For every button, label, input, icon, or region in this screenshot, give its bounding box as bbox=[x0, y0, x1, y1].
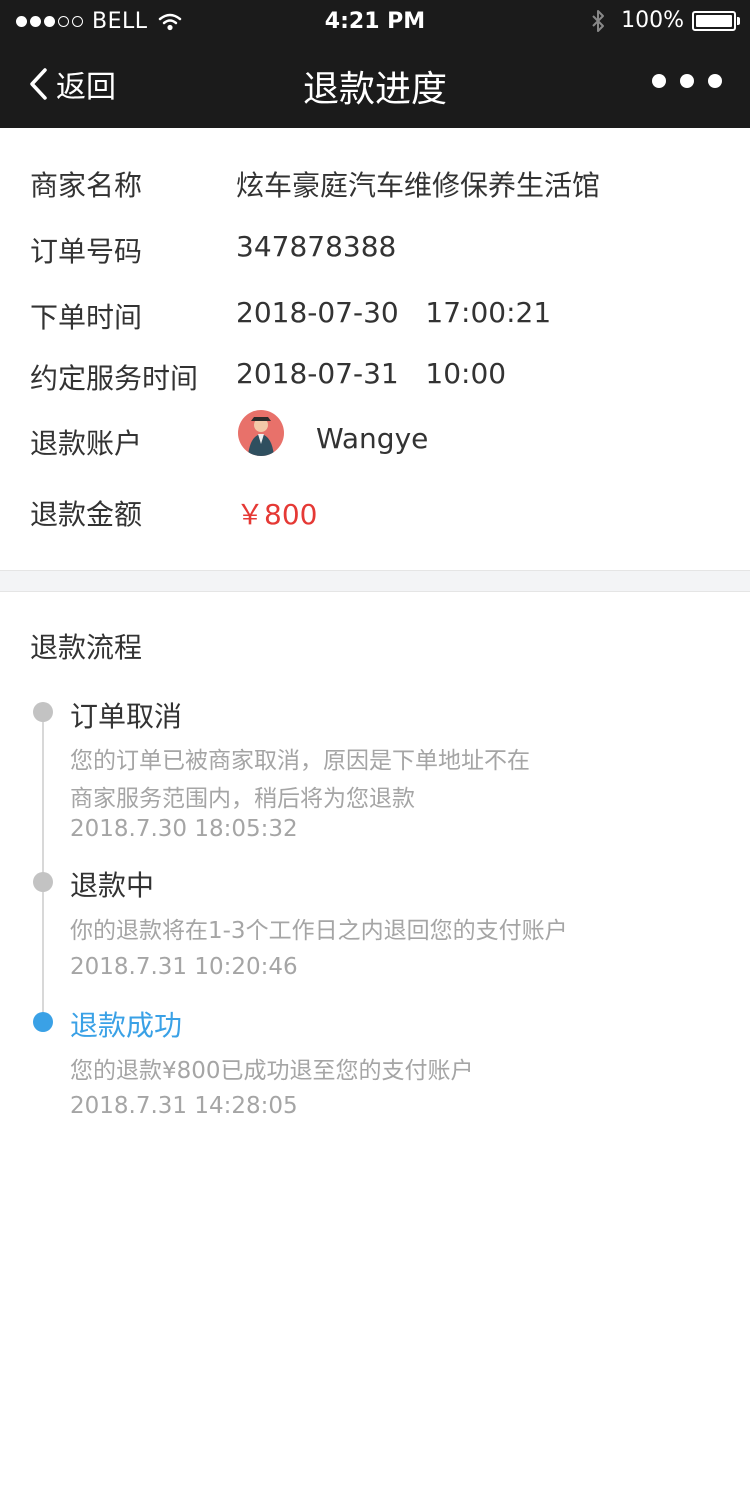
battery-icon bbox=[692, 10, 740, 31]
step-description: 商家服务范围内，稍后将为您退款 bbox=[70, 786, 415, 812]
service-time-value: 2018-07-31 10:00 bbox=[236, 357, 507, 390]
order-number-label: 订单号码 bbox=[30, 235, 143, 268]
battery-percent: 100% bbox=[621, 8, 684, 33]
order-time-value: 2018-07-30 17:00:21 bbox=[236, 296, 552, 329]
top-bar: BELL 4:21 PM 100% 返回 退款进度 bbox=[0, 0, 750, 128]
step-time: 2018.7.30 18:05:32 bbox=[70, 816, 298, 842]
timeline-dot-icon bbox=[33, 702, 53, 722]
step-time: 2018.7.31 14:28:05 bbox=[70, 1093, 298, 1119]
step-description: 您的订单已被商家取消，原因是下单地址不在 bbox=[70, 748, 530, 774]
bluetooth-icon bbox=[592, 9, 605, 32]
more-dot-icon bbox=[708, 74, 722, 88]
order-number-value: 347878388 bbox=[236, 230, 397, 263]
more-dot-icon bbox=[680, 74, 694, 88]
timeline-dot-icon bbox=[33, 872, 53, 892]
timeline-dot-active-icon bbox=[33, 1012, 53, 1032]
more-dot-icon bbox=[652, 74, 666, 88]
status-bar: BELL 4:21 PM 100% bbox=[0, 0, 750, 44]
merchant-value: 炫车豪庭汽车维修保养生活馆 bbox=[236, 169, 601, 202]
service-time-label: 约定服务时间 bbox=[30, 362, 199, 395]
more-button[interactable] bbox=[638, 74, 722, 88]
order-info-section: 商家名称 炫车豪庭汽车维修保养生活馆 订单号码 347878388 下单时间 2… bbox=[0, 128, 750, 570]
step-title: 退款成功 bbox=[70, 1009, 183, 1042]
battery-area: 100% bbox=[591, 8, 740, 33]
avatar bbox=[238, 410, 284, 456]
refund-account-name: Wangye bbox=[316, 422, 429, 455]
order-time-label: 下单时间 bbox=[30, 301, 143, 334]
section-divider bbox=[0, 570, 750, 592]
timeline-line bbox=[42, 712, 44, 1022]
step-time: 2018.7.31 10:20:46 bbox=[70, 954, 298, 980]
step-title: 退款中 bbox=[70, 869, 155, 902]
refund-flow-title: 退款流程 bbox=[30, 631, 143, 664]
refund-account-label: 退款账户 bbox=[30, 427, 143, 460]
refund-amount-value: ￥800 bbox=[236, 498, 318, 531]
step-title: 订单取消 bbox=[70, 700, 183, 733]
merchant-label: 商家名称 bbox=[30, 169, 143, 202]
step-description: 你的退款将在1-3个工作日之内退回您的支付账户 bbox=[70, 918, 568, 944]
refund-amount-label: 退款金额 bbox=[30, 498, 143, 531]
step-description: 您的退款¥800已成功退至您的支付账户 bbox=[70, 1058, 474, 1084]
